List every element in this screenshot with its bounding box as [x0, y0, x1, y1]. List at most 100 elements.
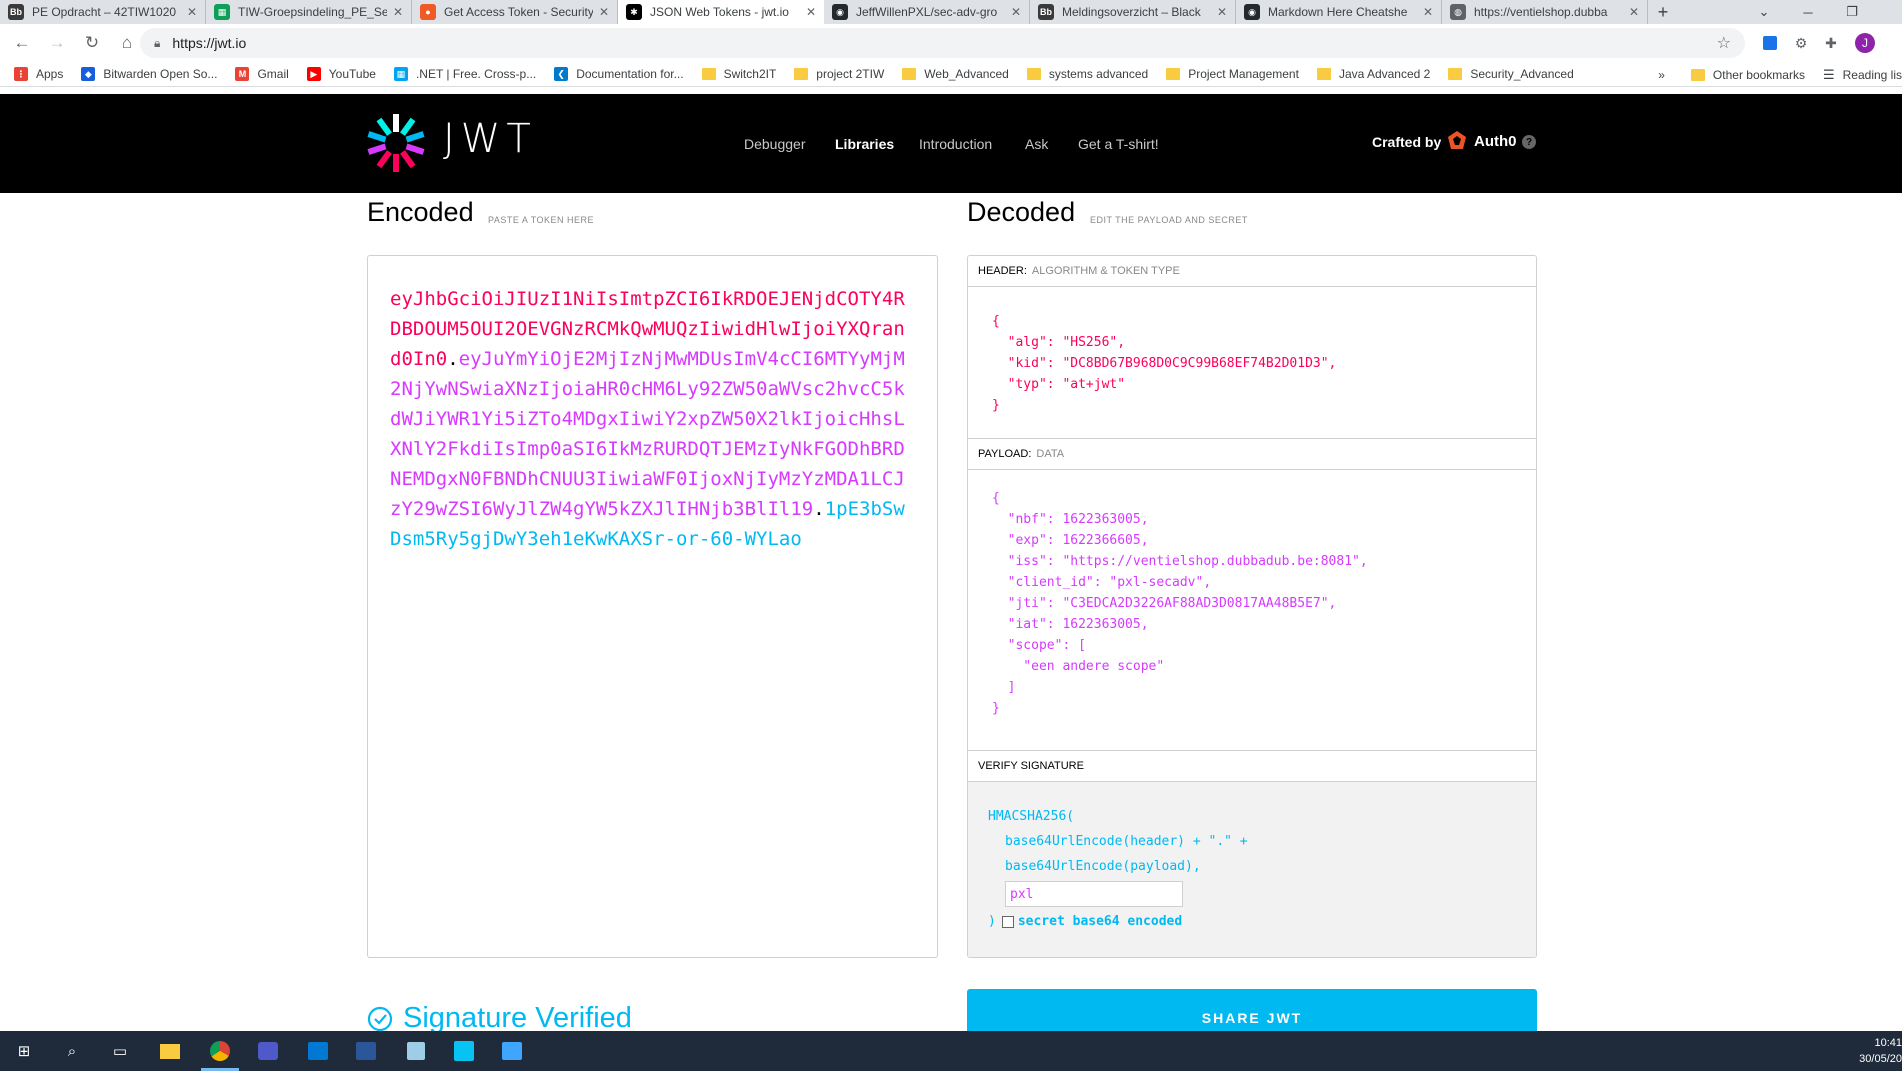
forward-icon[interactable]: →	[44, 30, 70, 56]
bookmark-item[interactable]: Java Advanced 2	[1316, 67, 1430, 81]
bookmark-item[interactable]: ◆ Bitwarden Open So...	[81, 67, 217, 81]
bookmark-item[interactable]: project 2TIW	[794, 67, 884, 81]
auth0-link[interactable]: Auth0	[1446, 130, 1517, 152]
browser-tab[interactable]: ▦ TIW-Groepsindeling_PE_Se ✕	[206, 0, 412, 24]
webstorm-icon[interactable]	[452, 1039, 476, 1063]
browser-tab[interactable]: ● Get Access Token - Security ✕	[412, 0, 618, 24]
browser-tab[interactable]: ◉ Markdown Here Cheatshe ✕	[1236, 0, 1442, 24]
globe-icon: ◍	[1450, 4, 1466, 20]
bookmarks-more-button[interactable]: »	[1658, 68, 1665, 82]
url-input[interactable]	[172, 35, 1573, 51]
reading-list-icon: ☰	[1822, 66, 1835, 82]
nav-ask[interactable]: Ask	[1025, 136, 1048, 152]
reading-list-button[interactable]: ☰ Reading lis	[1823, 67, 1902, 83]
bookmark-item[interactable]: Security_Advanced	[1448, 67, 1574, 81]
close-tab-icon[interactable]: ✕	[1011, 5, 1021, 19]
windows-start-icon[interactable]: ⊞	[12, 1039, 36, 1063]
encoded-token-editor[interactable]: eyJhbGciOiJIUzI1NiIsImtpZCI6IkRDOEJENjdC…	[367, 255, 938, 958]
new-tab-button[interactable]: +	[1648, 0, 1678, 24]
other-bookmarks-folder[interactable]: Other bookmarks	[1690, 67, 1805, 82]
address-bar[interactable]: 🔒︎ ☆	[140, 28, 1745, 58]
secret-base64-label[interactable]: secret base64 encoded	[1018, 909, 1182, 934]
close-tab-icon[interactable]: ✕	[599, 5, 609, 19]
postman-icon: ●	[420, 4, 436, 20]
minimize-icon[interactable]: ─	[1786, 0, 1830, 24]
browser-tab[interactable]: Bb Meldingsoverzicht – Black ✕	[1030, 0, 1236, 24]
header-json[interactable]: { "alg": "HS256", "kid": "DC8BD67B968D0C…	[968, 287, 1536, 416]
sig-line-header: base64UrlEncode(header) + "." +	[1005, 834, 1248, 849]
extension-gear-icon[interactable]: ⚙	[1790, 32, 1812, 54]
bookmark-label: YouTube	[328, 67, 376, 81]
profile-avatar[interactable]: J	[1855, 33, 1875, 53]
outlook-icon[interactable]	[306, 1039, 330, 1063]
photos-icon[interactable]	[500, 1039, 524, 1063]
header-sublabel: ALGORITHM & TOKEN TYPE	[1031, 265, 1180, 277]
tab-title: Get Access Token - Security	[444, 5, 593, 19]
bookmark-item[interactable]: ⋮ Apps	[14, 67, 63, 81]
tab-search-icon[interactable]: ⌄	[1742, 0, 1786, 24]
close-tab-icon[interactable]: ✕	[1629, 5, 1639, 19]
browser-tab-strip: Bb PE Opdracht – 42TIW1020 ✕ ▦ TIW-Groepsind…	[0, 0, 1902, 24]
header-json-editor[interactable]: { "alg": "HS256", "kid": "DC8BD67B968D0C…	[968, 287, 1536, 439]
search-icon[interactable]: ⌕	[60, 1039, 84, 1063]
extensions-puzzle-icon[interactable]: ✚	[1820, 32, 1842, 54]
payload-json[interactable]: { "nbf": 1622363005, "exp": 1622366605, …	[968, 470, 1536, 719]
browser-tab[interactable]: ◉ JeffWillenPXL/sec-adv-gro ✕	[824, 0, 1030, 24]
jwt-logo-text[interactable]: JWT	[443, 116, 537, 162]
chrome-icon[interactable]	[208, 1039, 232, 1063]
secret-base64-checkbox[interactable]	[1001, 915, 1014, 928]
nav-tshirt[interactable]: Get a T-shirt!	[1078, 136, 1159, 152]
bookmark-item[interactable]: ▶ YouTube	[306, 67, 376, 81]
blackboard-icon: Bb	[1038, 4, 1054, 20]
extension-trello-icon[interactable]	[1759, 32, 1781, 54]
word-icon[interactable]	[354, 1039, 378, 1063]
task-view-icon[interactable]: ▭	[108, 1039, 132, 1063]
bookmark-item[interactable]: systems advanced	[1026, 67, 1148, 81]
close-tab-icon[interactable]: ✕	[806, 5, 816, 19]
close-tab-icon[interactable]: ✕	[187, 5, 197, 19]
browser-tab[interactable]: ✱ JSON Web Tokens - jwt.io ✕	[618, 0, 824, 24]
bookmark-item[interactable]: M Gmail	[235, 67, 289, 81]
bookmark-item[interactable]: ❮ Documentation for...	[554, 67, 684, 81]
file-explorer-icon[interactable]	[158, 1039, 182, 1063]
check-circle-icon	[367, 1006, 393, 1031]
secret-base64-row: ) secret base64 encoded	[988, 909, 1536, 934]
nav-introduction[interactable]: Introduction	[919, 136, 992, 152]
home-icon[interactable]: ⌂	[114, 30, 140, 56]
help-icon[interactable]: ?	[1522, 135, 1536, 149]
notepad-icon[interactable]	[404, 1039, 428, 1063]
payload-label: PAYLOAD:	[978, 448, 1032, 460]
secret-input[interactable]	[1005, 881, 1183, 907]
sig-function: HMACSHA256(	[988, 809, 1075, 824]
nav-debugger[interactable]: Debugger	[744, 136, 806, 152]
nav-libraries[interactable]: Libraries	[835, 136, 894, 152]
bookmarks-bar: ⋮ Apps ◆ Bitwarden Open So... M Gmail ▶ YouTube…	[0, 62, 1902, 87]
verify-label: VERIFY SIGNATURE	[978, 760, 1084, 772]
token-payload-part[interactable]: eyJuYmYiOjE2MjIzNjMwMDUsImV4cCI6MTYyMjM2…	[390, 348, 905, 520]
close-tab-icon[interactable]: ✕	[1423, 5, 1433, 19]
payload-section-title: PAYLOAD: DATA	[968, 439, 1536, 470]
other-bookmarks-label: Other bookmarks	[1712, 67, 1805, 82]
bookmark-item[interactable]: Web_Advanced	[902, 67, 1009, 81]
bookmark-star-icon[interactable]: ☆	[1717, 33, 1731, 53]
bookmark-item[interactable]: ▦ .NET | Free. Cross-p...	[393, 67, 536, 81]
lock-icon[interactable]: 🔒︎	[154, 36, 160, 51]
bookmark-item[interactable]: Switch2IT	[701, 67, 776, 81]
reload-icon[interactable]: ↻	[79, 30, 105, 56]
jwt-logo-icon[interactable]	[366, 113, 426, 173]
browser-tab[interactable]: ◍ https://ventielshop.dubba ✕	[1442, 0, 1648, 24]
close-tab-icon[interactable]: ✕	[393, 5, 403, 19]
bookmark-item[interactable]: Project Management	[1166, 67, 1299, 81]
tab-title: Meldingsoverzicht – Black	[1062, 5, 1201, 19]
folder-icon	[1166, 68, 1181, 80]
teams-icon[interactable]	[256, 1039, 280, 1063]
share-jwt-button[interactable]: SHARE JWT	[967, 989, 1537, 1035]
payload-json-editor[interactable]: { "nbf": 1622363005, "exp": 1622366605, …	[968, 470, 1536, 751]
back-icon[interactable]: ←	[9, 30, 35, 56]
browser-tab[interactable]: Bb PE Opdracht – 42TIW1020 ✕	[0, 0, 206, 24]
system-clock[interactable]: 10:41 30/05/20	[1854, 1035, 1902, 1067]
close-tab-icon[interactable]: ✕	[1217, 5, 1227, 19]
token-dot: .	[447, 348, 459, 370]
restore-icon[interactable]: ❐	[1830, 0, 1874, 24]
encoded-title: Encoded	[367, 197, 474, 227]
